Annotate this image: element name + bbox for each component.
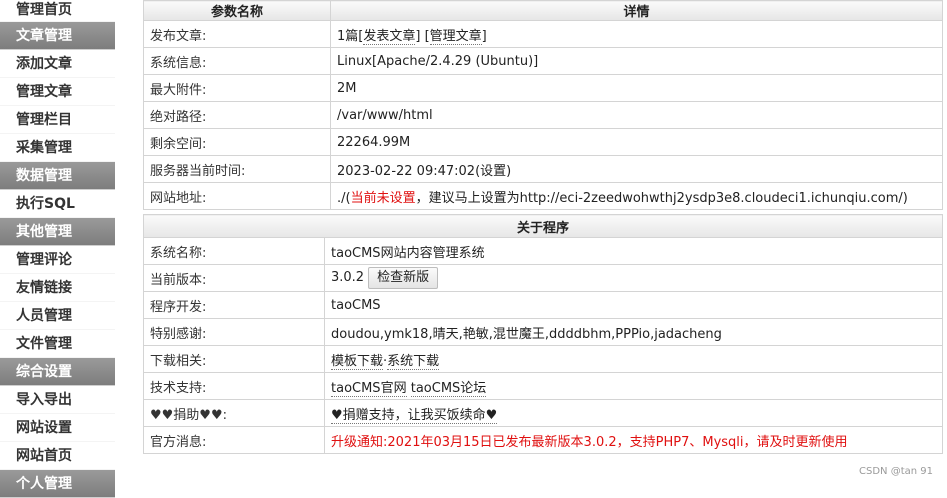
- row-label: 当前版本:: [143, 264, 325, 292]
- row-label: 网站地址:: [143, 182, 331, 210]
- system-download-link[interactable]: 系统下载: [387, 353, 440, 370]
- row-label: ♥♥捐助♥♥:: [143, 399, 325, 427]
- developer-value: taoCMS: [324, 291, 943, 319]
- table-row: 系统名称: taoCMS网站内容管理系统: [143, 237, 943, 265]
- sidebar-item[interactable]: 管理文章: [0, 78, 115, 106]
- table-row: 技术支持: taoCMS官网 taoCMS论坛: [143, 372, 943, 400]
- not-set-warning-link[interactable]: 当前未设置: [351, 191, 416, 206]
- row-label: 剩余空间:: [143, 128, 331, 156]
- table-row: 服务器当前时间: 2023-02-22 09:47:02(设置): [143, 155, 943, 183]
- server-time-value: 2023-02-22 09:47:02(设置): [330, 155, 943, 183]
- site-url-value: ./(当前未设置，建议马上设置为http://eci-2zeedwohwthj2…: [330, 182, 943, 210]
- header-param-name: 参数名称: [143, 0, 331, 21]
- sidebar-item[interactable]: 网站设置: [0, 414, 115, 442]
- row-label: 发布文章:: [143, 20, 331, 48]
- table-row: 发布文章: 1篇[发表文章] [管理文章]: [143, 20, 943, 48]
- sidebar-item[interactable]: 文件管理: [0, 330, 115, 358]
- header-detail: 详情: [330, 0, 943, 21]
- support-links-cell: taoCMS官网 taoCMS论坛: [324, 372, 943, 400]
- thanks-value: doudou,ymk18,晴天,艳敏,混世魔王,ddddbhm,PPPio,ja…: [324, 318, 943, 346]
- table-row: 绝对路径: /var/www/html: [143, 101, 943, 129]
- check-update-button[interactable]: 检查新版: [368, 267, 439, 289]
- sidebar-item[interactable]: 导入导出: [0, 386, 115, 414]
- main-content: 参数名称 详情 发布文章: 1篇[发表文章] [管理文章] 系统信息: Linu…: [143, 0, 943, 454]
- system-info-value: Linux[Apache/2.4.29 (Ubuntu)]: [330, 47, 943, 75]
- row-value: 1篇[发表文章] [管理文章]: [330, 20, 943, 48]
- sidebar-section-header[interactable]: 文章管理: [0, 22, 115, 50]
- sidebar-section-header[interactable]: 其他管理: [0, 218, 115, 246]
- donate-link[interactable]: ♥捐赠支持，让我买饭续命♥: [331, 407, 498, 424]
- sidebar-section-header[interactable]: 综合设置: [0, 358, 115, 386]
- system-name-value: taoCMS网站内容管理系统: [324, 237, 943, 265]
- time-settings-link[interactable]: (设置): [475, 164, 511, 179]
- forum-link[interactable]: taoCMS论坛: [410, 380, 487, 397]
- row-label: 特别感谢:: [143, 318, 325, 346]
- params-table-header: 参数名称 详情: [143, 0, 943, 21]
- sidebar-item[interactable]: 管理首页: [0, 0, 115, 22]
- download-links-cell: 模板下载·系统下载: [324, 345, 943, 373]
- sidebar-item[interactable]: 管理评论: [0, 246, 115, 274]
- sidebar: 管理首页 文章管理 添加文章 管理文章 管理栏目 采集管理 数据管理 执行SQL 其他管理 管理评…: [0, 0, 115, 498]
- version-value: 3.0.2: [331, 270, 365, 285]
- sidebar-item[interactable]: 添加文章: [0, 50, 115, 78]
- sidebar-section-header[interactable]: 个人管理: [0, 470, 115, 498]
- row-label: 最大附件:: [143, 74, 331, 102]
- sidebar-section-header[interactable]: 数据管理: [0, 162, 115, 190]
- table-row: 当前版本: 3.0.2 检查新版: [143, 264, 943, 292]
- sidebar-item[interactable]: 人员管理: [0, 302, 115, 330]
- template-download-link[interactable]: 模板下载: [331, 353, 384, 370]
- official-site-link[interactable]: taoCMS官网: [331, 380, 407, 397]
- table-row: ♥♥捐助♥♥: ♥捐赠支持，让我买饭续命♥: [143, 399, 943, 427]
- sidebar-item[interactable]: 网站首页: [0, 442, 115, 470]
- table-row: 官方消息: 升级通知:2021年03月15日已发布最新版本3.0.2，支持PHP…: [143, 426, 943, 454]
- row-label: 技术支持:: [143, 372, 325, 400]
- table-row: 特别感谢: doudou,ymk18,晴天,艳敏,混世魔王,ddddbhm,PP…: [143, 318, 943, 346]
- post-article-link[interactable]: 发表文章: [363, 28, 416, 45]
- site-url-suggestion: ，建议马上设置为http://eci-2zeedwohwthj2ysdp3e8.…: [415, 190, 908, 206]
- table-row: 下载相关: 模板下载·系统下载: [143, 345, 943, 373]
- watermark: CSDN @tan 91: [859, 466, 933, 477]
- row-label: 绝对路径:: [143, 101, 331, 129]
- article-count: 1篇: [337, 28, 359, 44]
- server-time: 2023-02-22 09:47:02: [337, 163, 476, 179]
- absolute-path-value: /var/www/html: [330, 101, 943, 129]
- about-table: 关于程序 系统名称: taoCMS网站内容管理系统 当前版本: 3.0.2 检查新…: [143, 214, 943, 454]
- sidebar-item[interactable]: 友情链接: [0, 274, 115, 302]
- version-value-cell: 3.0.2 检查新版: [324, 264, 943, 292]
- row-label: 下载相关:: [143, 345, 325, 373]
- params-table: 参数名称 详情 发布文章: 1篇[发表文章] [管理文章] 系统信息: Linu…: [143, 0, 943, 210]
- max-attachment-value: 2M: [330, 74, 943, 102]
- site-url-prefix: ./(: [337, 190, 351, 206]
- donate-cell: ♥捐赠支持，让我买饭续命♥: [324, 399, 943, 427]
- official-news-value: 升级通知:2021年03月15日已发布最新版本3.0.2，支持PHP7、Mysq…: [324, 426, 943, 454]
- table-row: 网站地址: ./(当前未设置，建议马上设置为http://eci-2zeedwo…: [143, 182, 943, 210]
- table-row: 程序开发: taoCMS: [143, 291, 943, 319]
- sidebar-item[interactable]: 采集管理: [0, 134, 115, 162]
- table-row: 剩余空间: 22264.99M: [143, 128, 943, 156]
- row-label: 服务器当前时间:: [143, 155, 331, 183]
- free-space-value: 22264.99M: [330, 128, 943, 156]
- table-row: 系统信息: Linux[Apache/2.4.29 (Ubuntu)]: [143, 47, 943, 75]
- row-label: 官方消息:: [143, 426, 325, 454]
- row-label: 系统信息:: [143, 47, 331, 75]
- sidebar-item[interactable]: 执行SQL: [0, 190, 115, 218]
- sidebar-item[interactable]: 管理栏目: [0, 106, 115, 134]
- manage-article-link[interactable]: 管理文章: [429, 28, 482, 45]
- table-row: 最大附件: 2M: [143, 74, 943, 102]
- row-label: 系统名称:: [143, 237, 325, 265]
- row-label: 程序开发:: [143, 291, 325, 319]
- about-header: 关于程序: [143, 214, 943, 238]
- about-table-header: 关于程序: [143, 214, 943, 238]
